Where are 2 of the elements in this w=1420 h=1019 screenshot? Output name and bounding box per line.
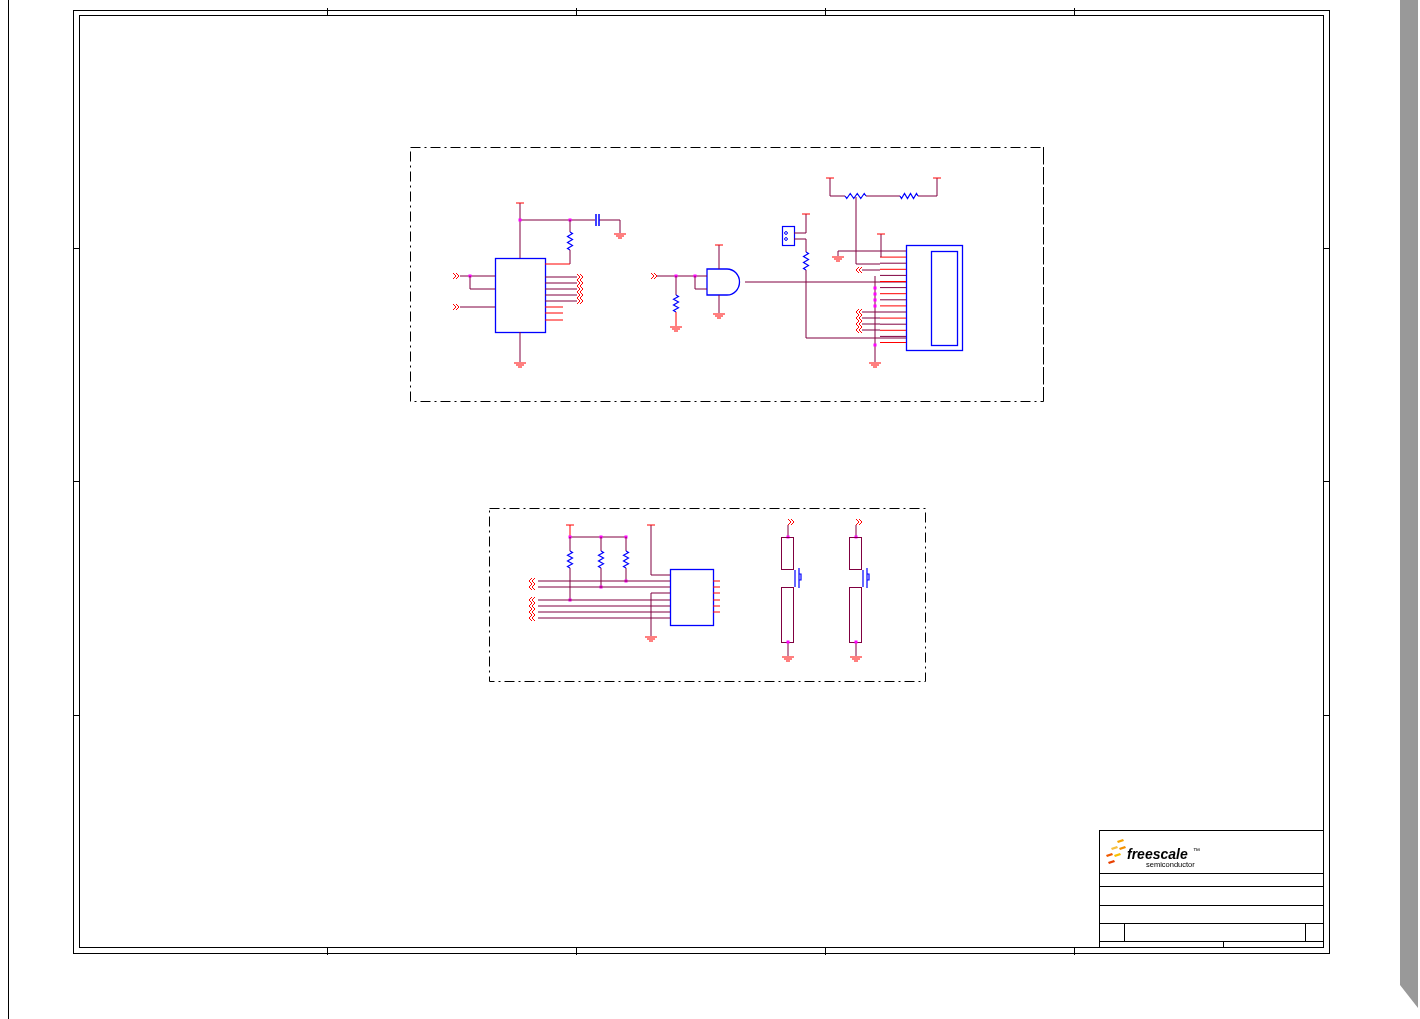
logo-wordmark: freescale (1127, 846, 1188, 862)
logo-icon (1106, 839, 1126, 864)
